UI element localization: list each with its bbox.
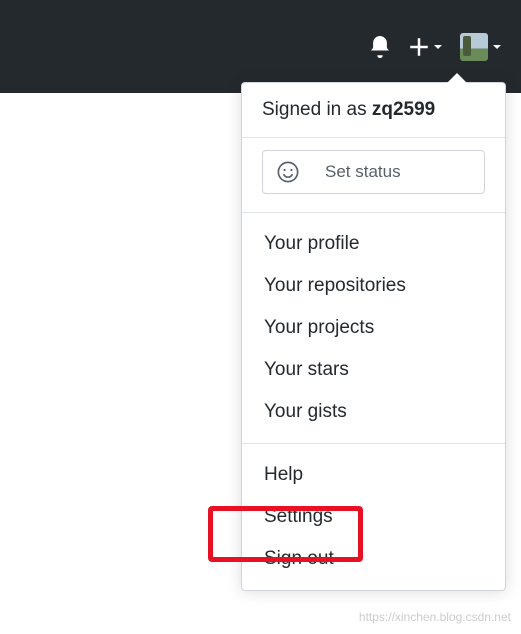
user-dropdown-menu: Signed in as zq2599 Set status Your prof… bbox=[241, 82, 506, 591]
signed-in-label: Signed in as zq2599 bbox=[242, 83, 505, 138]
menu-item-settings[interactable]: Settings bbox=[242, 496, 505, 538]
chevron-down-icon bbox=[434, 45, 442, 49]
plus-icon bbox=[409, 37, 429, 57]
menu-item-help[interactable]: Help bbox=[242, 454, 505, 496]
notifications-icon[interactable] bbox=[369, 36, 391, 58]
menu-item-profile[interactable]: Your profile bbox=[242, 223, 505, 265]
menu-item-repositories[interactable]: Your repositories bbox=[242, 265, 505, 307]
chevron-down-icon bbox=[493, 45, 501, 49]
user-menu-toggle[interactable] bbox=[460, 33, 501, 61]
menu-item-stars[interactable]: Your stars bbox=[242, 349, 505, 391]
menu-section-account: Help Settings Sign out bbox=[242, 444, 505, 590]
username: zq2599 bbox=[372, 99, 435, 120]
menu-item-sign-out[interactable]: Sign out bbox=[242, 538, 505, 580]
signed-in-prefix: Signed in as bbox=[262, 99, 372, 120]
menu-item-projects[interactable]: Your projects bbox=[242, 307, 505, 349]
set-status-label: Set status bbox=[325, 162, 401, 182]
set-status-button[interactable]: Set status bbox=[262, 150, 485, 194]
menu-section-your: Your profile Your repositories Your proj… bbox=[242, 213, 505, 444]
header-bar bbox=[0, 0, 521, 93]
watermark: https://xinchen.blog.csdn.net bbox=[359, 610, 511, 624]
avatar bbox=[460, 33, 488, 61]
smiley-icon bbox=[277, 161, 299, 183]
status-section: Set status bbox=[242, 138, 505, 213]
menu-item-gists[interactable]: Your gists bbox=[242, 391, 505, 433]
create-new-dropdown[interactable] bbox=[409, 37, 442, 57]
